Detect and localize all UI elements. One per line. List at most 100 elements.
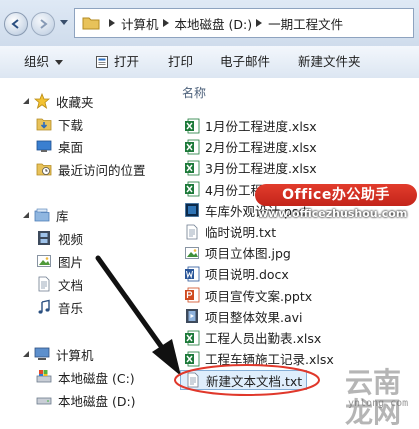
arrow-right-icon	[40, 19, 48, 29]
breadcrumb-computer[interactable]: 计算机	[121, 14, 159, 33]
nav-videos[interactable]: 视频	[36, 227, 83, 249]
file-row[interactable]: 项目说明.docx	[184, 264, 289, 283]
watermark-logo-domain: ynlong.com	[348, 398, 409, 409]
email-button[interactable]: 电子邮件	[220, 46, 270, 78]
file-row[interactable]: 项目整体效果.avi	[184, 307, 303, 326]
chevron-right-icon[interactable]	[162, 19, 169, 27]
music-icon	[38, 299, 50, 314]
nav-recent-label: 最近访问的位置	[58, 162, 146, 178]
file-row[interactable]: 1月份工程进度.xlsx	[184, 116, 317, 135]
file-name: 2月份工程进度.xlsx	[205, 140, 317, 156]
nav-drive-d[interactable]: 本地磁盘 (D:)	[36, 389, 136, 411]
collapse-arrow-icon[interactable]	[22, 97, 30, 105]
file-name: 3月份工程进度.xlsx	[205, 161, 317, 177]
open-file-icon	[96, 56, 108, 68]
breadcrumb-project-folder[interactable]: 一期工程文件	[268, 14, 343, 33]
nav-recent-places[interactable]: 最近访问的位置	[36, 158, 146, 180]
open-button[interactable]: 打开	[95, 46, 139, 78]
nav-documents[interactable]: 文档	[36, 273, 83, 295]
column-header-name[interactable]: 名称	[182, 84, 206, 101]
file-row[interactable]: 工程人员出勤表.xlsx	[184, 328, 321, 347]
nav-videos-label: 视频	[58, 231, 84, 247]
nav-music[interactable]: 音乐	[36, 296, 83, 318]
nav-desktop[interactable]: 桌面	[36, 135, 83, 157]
downloads-folder-icon	[36, 118, 52, 131]
nav-pictures-label: 图片	[58, 254, 84, 270]
file-row[interactable]: 新建文本文档.txt	[180, 370, 308, 391]
chevron-right-icon[interactable]	[109, 19, 115, 27]
video-icon	[184, 308, 200, 324]
nav-computer[interactable]: 计算机	[22, 343, 94, 365]
nav-favorites-label: 收藏夹	[56, 94, 94, 110]
excel-icon	[184, 160, 200, 176]
nav-drive-c-label: 本地磁盘 (C:)	[58, 370, 135, 386]
nav-downloads[interactable]: 下载	[36, 113, 83, 135]
file-row[interactable]: 项目立体图.jpg	[184, 243, 291, 262]
excel-icon	[184, 139, 200, 155]
nav-drive-d-label: 本地磁盘 (D:)	[58, 393, 136, 409]
file-name: 1月份工程进度.xlsx	[205, 119, 317, 134]
file-name: 工程人员出勤表.xlsx	[205, 331, 322, 346]
powerpoint-icon	[184, 287, 200, 303]
system-drive-icon	[36, 370, 52, 383]
psd-icon	[184, 202, 200, 218]
organize-button[interactable]: 组织	[24, 46, 64, 78]
chevron-right-icon[interactable]	[256, 19, 263, 27]
breadcrumb-drive-d[interactable]: 本地磁盘 (D:)	[175, 14, 253, 33]
nav-desktop-label: 桌面	[58, 139, 84, 155]
watermark-badge: Office办公助手	[255, 184, 417, 206]
computer-icon	[34, 347, 50, 360]
picture-icon	[37, 255, 51, 267]
nav-drive-c[interactable]: 本地磁盘 (C:)	[36, 366, 135, 388]
nav-computer-label: 计算机	[56, 347, 94, 363]
arrow-left-icon	[11, 19, 19, 29]
collapse-arrow-icon[interactable]	[22, 211, 30, 219]
nav-libraries-label: 库	[56, 208, 69, 224]
address-bar[interactable]: 计算机 本地磁盘 (D:) 一期工程文件	[74, 8, 414, 38]
film-icon	[38, 231, 50, 245]
file-row[interactable]: 2月份工程进度.xlsx	[184, 137, 317, 156]
excel-icon	[184, 181, 200, 197]
excel-icon	[184, 351, 200, 367]
file-row[interactable]: 项目宣传文案.pptx	[184, 286, 312, 305]
file-row[interactable]: 工程车辆施工记录.xlsx	[184, 349, 334, 368]
recent-places-icon	[36, 163, 52, 176]
file-name: 项目宣传文案.pptx	[205, 288, 313, 304]
nav-downloads-label: 下载	[58, 117, 84, 133]
nav-music-label: 音乐	[58, 300, 84, 316]
dropdown-arrow-icon	[55, 60, 64, 65]
command-bar: 组织 打开 打印 电子邮件 新建文件夹	[0, 46, 419, 79]
image-icon	[184, 245, 200, 261]
text-icon	[185, 372, 201, 388]
file-name: 工程车辆施工记录.xlsx	[205, 352, 334, 368]
navigation-pane: 收藏夹 下载 桌面 最近访问的位置 库 视频 图片 文档 音乐 计算机 本地磁盘…	[0, 78, 166, 415]
file-name: 临时说明.txt	[205, 225, 277, 240]
nav-pictures[interactable]: 图片	[36, 250, 83, 272]
drive-icon	[36, 397, 52, 405]
address-toolbar: 计算机 本地磁盘 (D:) 一期工程文件	[0, 0, 419, 46]
print-button[interactable]: 打印	[168, 46, 193, 78]
watermark-url: www.officezhushou.com	[258, 207, 408, 220]
file-name: 项目立体图.jpg	[205, 246, 291, 262]
back-button[interactable]	[4, 12, 28, 36]
excel-icon	[184, 118, 200, 134]
library-icon	[34, 208, 50, 222]
file-name: 新建文本文档.txt	[206, 373, 303, 389]
desktop-icon	[36, 140, 52, 152]
nav-favorites[interactable]: 收藏夹	[22, 90, 94, 112]
new-folder-button[interactable]: 新建文件夹	[298, 46, 361, 78]
excel-icon	[184, 330, 200, 346]
word-icon	[184, 266, 200, 282]
recent-pages-dropdown[interactable]	[60, 20, 68, 26]
file-row[interactable]: 临时说明.txt	[184, 222, 276, 241]
file-name: 项目说明.docx	[205, 267, 289, 283]
open-label: 打开	[114, 54, 140, 69]
file-row[interactable]: 3月份工程进度.xlsx	[184, 158, 317, 177]
nav-libraries[interactable]: 库	[22, 204, 69, 226]
forward-button[interactable]	[31, 12, 55, 36]
star-icon	[34, 93, 50, 109]
documents-icon	[38, 276, 50, 292]
file-list-pane: 名称 1月份工程进度.xlsx2月份工程进度.xlsx3月份工程进度.xlsx4…	[166, 78, 419, 415]
nav-documents-label: 文档	[58, 277, 84, 293]
collapse-arrow-icon[interactable]	[22, 350, 30, 358]
